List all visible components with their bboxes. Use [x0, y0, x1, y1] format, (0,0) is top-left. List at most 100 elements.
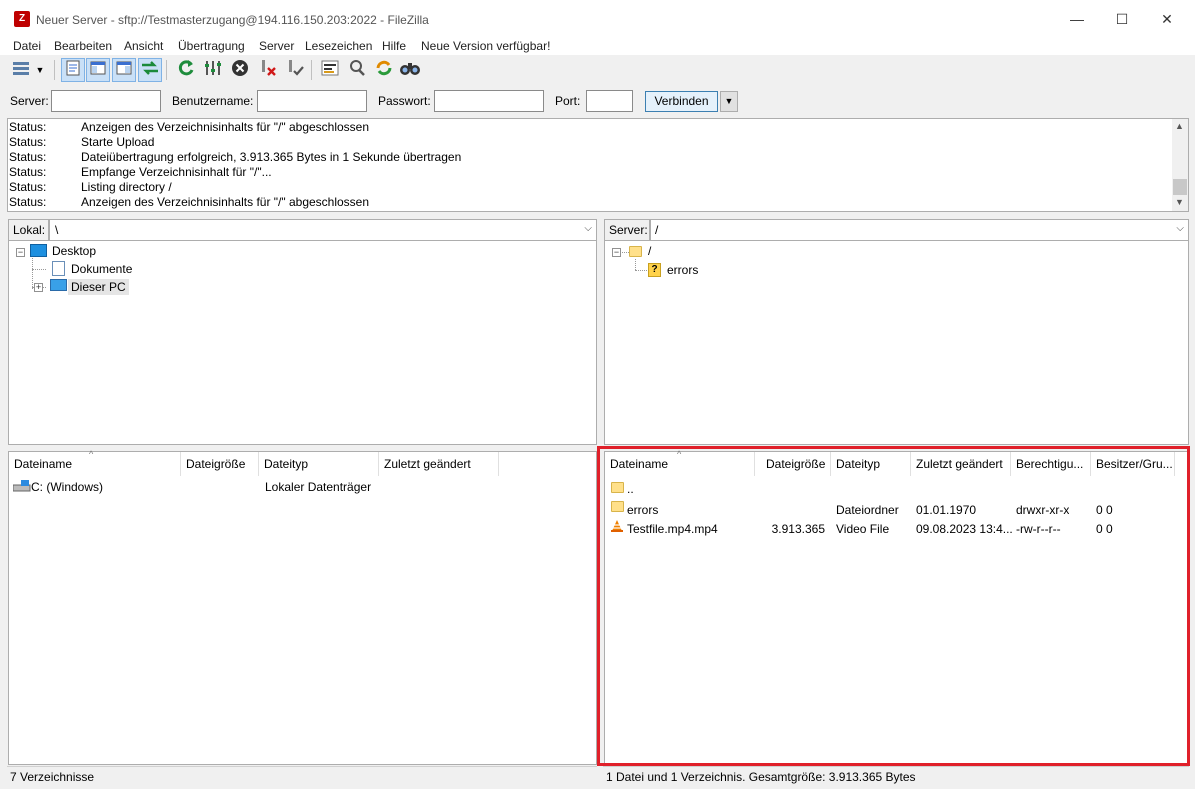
cell-filename: errors	[627, 503, 659, 517]
remote-file-list[interactable]: ^ Dateiname Dateigröße Dateityp Zuletzt …	[604, 449, 1189, 765]
table-row[interactable]: Testfile.mp4.mp4 3.913.365 Video File 09…	[605, 517, 1188, 536]
filezilla-logo-icon: Z	[14, 11, 30, 27]
log-scrollbar[interactable]: ▲ ▼	[1172, 119, 1188, 211]
column-header-permissions[interactable]: Berechtigu...	[1011, 452, 1091, 476]
process-queue-icon[interactable]	[201, 58, 225, 82]
cell-filetype: Dateiordner	[836, 503, 899, 517]
collapse-icon[interactable]: −	[16, 248, 25, 257]
menu-bearbeiten[interactable]: Bearbeiten	[54, 39, 112, 53]
table-row[interactable]: errors Dateiordner 01.01.1970 drwxr-xr-x…	[605, 498, 1188, 517]
cell-permissions: -rw-r--r--	[1016, 522, 1061, 536]
cell-filetype: Lokaler Datenträger	[265, 480, 372, 494]
toggle-log-icon[interactable]	[61, 58, 85, 82]
quickconnect-bar: Server: Benutzername: Passwort: Port:	[0, 86, 1195, 116]
cell-modified: 09.08.2023 13:4...	[916, 522, 1013, 536]
chevron-down-icon[interactable]: ⌵	[1176, 223, 1184, 234]
server-label: Server:	[10, 94, 49, 108]
local-directory-tree[interactable]: − Desktop Dokumente + Dieser PC	[8, 241, 597, 445]
local-file-list[interactable]: ^ Dateiname Dateigröße Dateityp Zuletzt …	[8, 449, 597, 765]
cell-filetype: Video File	[836, 522, 890, 536]
toolbar-separator	[166, 60, 167, 80]
dropdown-arrow-icon[interactable]: ▼	[33, 58, 47, 82]
toggle-remote-tree-icon[interactable]	[112, 58, 136, 82]
folder-icon	[611, 501, 624, 512]
title-bar: Z Neuer Server - sftp://Testmasterzugang…	[0, 0, 1195, 38]
scroll-down-icon[interactable]: ▼	[1175, 197, 1184, 207]
column-header-filetype[interactable]: Dateityp	[259, 452, 379, 476]
document-icon	[52, 261, 65, 276]
menu-hilfe[interactable]: Hilfe	[382, 39, 406, 53]
menu-ansicht[interactable]: Ansicht	[124, 39, 163, 53]
toggle-local-tree-icon[interactable]	[86, 58, 110, 82]
cell-owner: 0 0	[1096, 522, 1113, 536]
tree-item-root[interactable]: /	[648, 244, 651, 258]
maximize-button[interactable]: ☐	[1099, 0, 1145, 38]
column-header-modified[interactable]: Zuletzt geändert	[379, 452, 499, 476]
desktop-icon	[30, 244, 47, 257]
menu-uebertragung[interactable]: Übertragung	[178, 39, 245, 53]
tree-line	[32, 269, 46, 270]
remote-path-combobox[interactable]: / ⌵	[650, 219, 1189, 241]
column-header-filesize[interactable]: Dateigröße	[761, 452, 831, 476]
cell-filesize: 3.913.365	[771, 522, 825, 536]
site-manager-icon[interactable]	[9, 58, 33, 82]
collapse-icon[interactable]: −	[612, 248, 621, 257]
tree-line	[635, 270, 647, 271]
chevron-down-icon[interactable]: ⌵	[584, 223, 592, 234]
column-header-filename[interactable]: Dateiname	[605, 452, 755, 476]
column-header-modified[interactable]: Zuletzt geändert	[911, 452, 1011, 476]
menu-lesezeichen[interactable]: Lesezeichen	[305, 39, 372, 53]
port-label: Port:	[555, 94, 581, 108]
close-button[interactable]: ✕	[1144, 0, 1190, 38]
minimize-button[interactable]: —	[1054, 0, 1100, 38]
table-row[interactable]: ..	[605, 479, 1188, 498]
column-header-filetype[interactable]: Dateityp	[831, 452, 911, 476]
menu-bar: Datei Bearbeiten Ansicht Übertragung Ser…	[0, 38, 1195, 55]
toggle-queue-icon[interactable]	[138, 58, 162, 82]
connect-button[interactable]: Verbinden	[645, 91, 718, 112]
column-header-owner[interactable]: Besitzer/Gru...	[1091, 452, 1175, 476]
menu-server[interactable]: Server	[259, 39, 294, 53]
filter-icon[interactable]	[318, 58, 342, 82]
column-header-filesize[interactable]: Dateigröße	[181, 452, 259, 476]
cell-filename: ..	[627, 482, 634, 496]
sync-browse-icon[interactable]	[372, 58, 396, 82]
menu-neue-version[interactable]: Neue Version verfügbar!	[421, 39, 550, 53]
vlc-cone-icon	[610, 519, 624, 533]
tree-item-dieser-pc[interactable]: Dieser PC	[68, 279, 129, 295]
tree-item-dokumente[interactable]: Dokumente	[71, 262, 132, 276]
search-icon[interactable]	[398, 58, 422, 82]
username-label: Benutzername:	[172, 94, 254, 108]
cancel-icon[interactable]	[228, 58, 252, 82]
server-input[interactable]	[51, 90, 161, 112]
password-label: Passwort:	[378, 94, 431, 108]
local-path-label: Lokal:	[8, 219, 49, 241]
drive-icon	[12, 480, 31, 492]
local-path-combobox[interactable]: \ ⌵	[49, 219, 597, 241]
password-input[interactable]	[434, 90, 544, 112]
tree-line	[622, 252, 629, 253]
refresh-icon[interactable]	[174, 58, 198, 82]
folder-icon	[629, 246, 642, 257]
username-input[interactable]	[257, 90, 367, 112]
scroll-thumb[interactable]	[1173, 179, 1187, 195]
tree-item-errors[interactable]: errors	[667, 263, 698, 277]
toolbar-separator	[54, 60, 55, 80]
compare-icon[interactable]	[345, 58, 369, 82]
remote-path-label: Server:	[604, 219, 650, 241]
message-log[interactable]: Status: Anzeigen des Verzeichnisinhalts f…	[7, 118, 1189, 212]
remote-directory-tree[interactable]: − / ? errors	[604, 241, 1189, 445]
folder-icon	[611, 482, 624, 493]
reconnect-icon[interactable]	[283, 58, 307, 82]
expand-icon[interactable]: +	[34, 283, 43, 292]
chevron-down-icon[interactable]: ▼	[720, 91, 738, 112]
disconnect-icon[interactable]	[256, 58, 280, 82]
remote-path-value: /	[655, 223, 659, 237]
table-row[interactable]: C: (Windows) Lokaler Datenträger	[9, 478, 596, 496]
menu-datei[interactable]: Datei	[13, 39, 41, 53]
tree-item-desktop[interactable]: Desktop	[52, 244, 96, 258]
column-header-filename[interactable]: Dateiname	[9, 452, 181, 476]
window-title: Neuer Server - sftp://Testmasterzugang@1…	[36, 13, 429, 27]
port-input[interactable]	[586, 90, 633, 112]
scroll-up-icon[interactable]: ▲	[1175, 121, 1184, 131]
